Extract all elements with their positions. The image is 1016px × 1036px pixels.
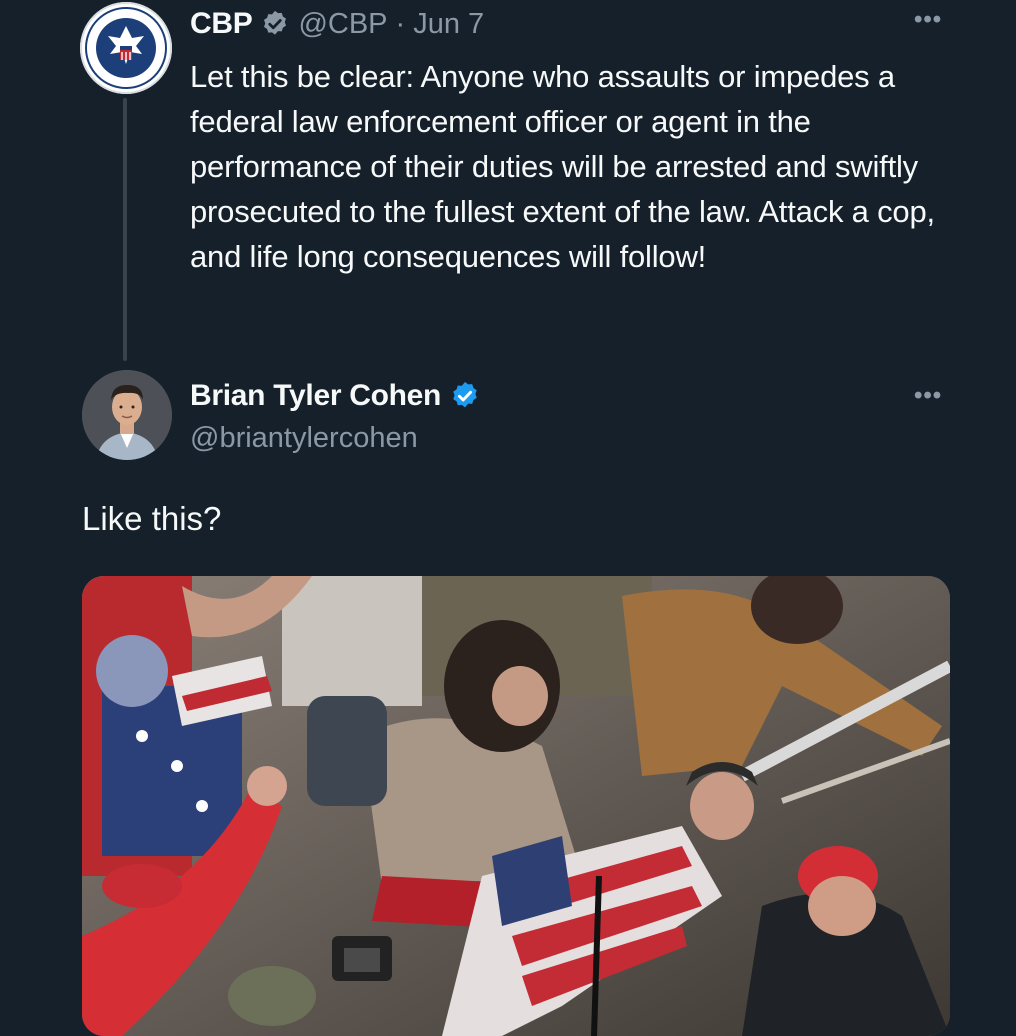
reply-tweet-text: Like this?	[82, 500, 222, 537]
verified-badge-blue-icon	[453, 382, 477, 408]
reply-tweet-header: Brian Tyler Cohen	[190, 376, 481, 416]
tweet-media-photo[interactable]	[82, 576, 950, 1036]
profile-photo-icon	[82, 370, 172, 460]
cbp-tweet-text: Let this be clear: Anyone who assaults o…	[190, 59, 935, 274]
cbp-tweet-header: CBP @CBP · Jun 7	[190, 4, 484, 44]
header-separator: ·	[395, 7, 406, 40]
crowd-photo-image	[82, 576, 950, 1036]
cbp-avatar[interactable]	[80, 2, 172, 94]
reply-author-name[interactable]: Brian Tyler Cohen	[190, 379, 441, 413]
brian-tyler-cohen-avatar[interactable]	[82, 370, 172, 460]
cbp-tweet-date[interactable]: Jun 7	[413, 8, 484, 41]
thread-connector-line	[123, 98, 127, 361]
cbp-seal-icon	[82, 4, 170, 92]
cbp-author-name[interactable]: CBP	[190, 7, 253, 41]
cbp-more-options-icon[interactable]: •••	[914, 6, 942, 34]
reply-handle[interactable]: @briantylercohen	[190, 422, 418, 455]
verified-badge-gray-icon	[264, 10, 287, 35]
reply-more-options-icon[interactable]: •••	[914, 382, 942, 410]
cbp-handle[interactable]: @CBP	[298, 8, 387, 41]
